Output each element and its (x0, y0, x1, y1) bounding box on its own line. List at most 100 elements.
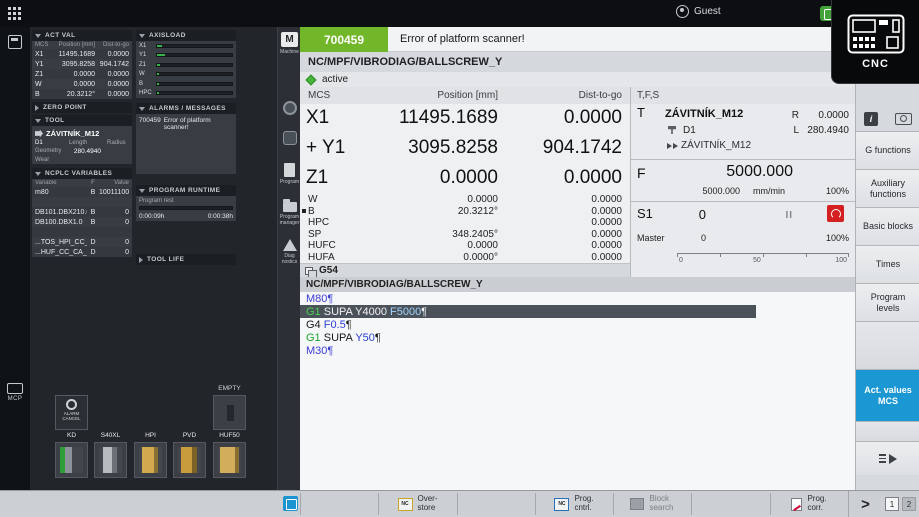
page-1[interactable]: 1 (885, 497, 899, 511)
program-line[interactable]: G1 SUPA Y50¶ (300, 331, 855, 344)
load-bar (156, 44, 233, 48)
info-icon[interactable]: i (864, 112, 878, 126)
scale-0: 0 (679, 257, 683, 264)
axis-row-b: B20.3212°0.0000 (300, 206, 630, 218)
table-row: DB100.DBX1.0B0 (32, 217, 132, 227)
softkey-act-values-mcs[interactable]: Act. values MCS (856, 369, 919, 421)
widget-panel: ACT VAL MCS Position [mm] Dist-to-go X11… (30, 27, 277, 490)
alarm-cancel-button[interactable]: ALARM CANCEL (55, 395, 88, 430)
axisload-header[interactable]: AXISLOAD (136, 30, 236, 41)
act-val-header[interactable]: ACT VAL (32, 30, 132, 41)
spindle-stop-icon (827, 205, 844, 222)
softkey-g-functions[interactable]: G functions (856, 131, 919, 169)
widget-runtime: PROGRAM RUNTIME Program rest 0:00:09h 0:… (136, 185, 236, 221)
softkey-prog-corr[interactable]: Prog.corr. (770, 491, 848, 517)
collapse-icon (35, 172, 41, 176)
runtime-elapsed: 0:00:09h (139, 213, 164, 220)
tool-geometry-length: 280.4940 (69, 148, 107, 155)
table-row (32, 227, 132, 237)
alarms-title: ALARMS / MESSAGES (149, 105, 226, 112)
axis-row-z1: Z10.00000.0000 (300, 164, 630, 194)
ncplc-header[interactable]: NCPLC VARIABLES (32, 168, 132, 179)
tool-slot-huf50[interactable] (213, 442, 246, 478)
softkey-auxiliary-functions[interactable]: Auxiliary functions (856, 169, 919, 207)
page-2[interactable]: 2 (902, 497, 916, 511)
alarm-entry[interactable]: 700459 Error of platform scanner! (136, 114, 236, 134)
softkey-bar-extend[interactable]: > (848, 491, 882, 517)
axisload-title: AXISLOAD (149, 32, 186, 39)
axis-row-y1: + Y13095.8258904.1742 (300, 134, 630, 164)
alarm-code-badge[interactable]: 700459 (300, 27, 388, 52)
softkey-prog-cntrl[interactable]: NC Prog.cntrl. (535, 491, 613, 517)
length-label: L (793, 125, 799, 136)
nav-diagnostics[interactable]: Diag nostics (278, 239, 301, 265)
softkey-block-search[interactable]: Blocksearch (613, 491, 691, 517)
softkey-blank (856, 421, 919, 441)
tool-slot-hpi[interactable] (134, 442, 167, 478)
horizontal-softkey-bar: NC Over-store NC Prog.cntrl. Blocksearch… (0, 490, 919, 517)
tool-life-header[interactable]: TOOL LIFE (136, 254, 236, 265)
softkey-pages: 1 2 (885, 497, 916, 511)
widget-ncplc: NCPLC VARIABLES Variable F Value m80B100… (32, 168, 132, 257)
tfs-panel: T,F,S T ZÁVITNÍK_M12 R 0.0000 D1 L 280.4… (630, 87, 855, 277)
alarm-cancel-label: ALARM CANCEL (56, 411, 87, 422)
camera-icon[interactable] (895, 113, 912, 125)
tool-slot-s40xl[interactable] (94, 442, 127, 478)
tool-slot-kd[interactable] (55, 442, 88, 478)
tool-header[interactable]: TOOL (32, 115, 132, 126)
tool-photo (99, 447, 122, 473)
nav-program-manager[interactable]: Program manager (278, 199, 301, 226)
mcp-button[interactable]: MCP (3, 383, 27, 402)
spindle-set: 0 (671, 233, 706, 243)
widget-tool-life: TOOL LIFE (136, 254, 236, 265)
program-line[interactable]: M30¶ (300, 344, 855, 357)
program-line-current[interactable]: G1 SUPA Y4000 F5000¶ (300, 305, 756, 318)
machine-icon: M (281, 32, 298, 47)
program-line[interactable]: G4 F0.5¶ (300, 318, 855, 331)
softkey-basic-blocks[interactable]: Basic blocks (856, 207, 919, 245)
col-position: Position [mm] (437, 90, 498, 101)
load-bar (156, 91, 233, 95)
edit-document-icon (791, 498, 802, 511)
mcp-icon (7, 383, 23, 394)
nc-icon: NC (554, 498, 569, 511)
nav-mda[interactable] (278, 131, 301, 147)
nav-jog[interactable] (278, 101, 301, 117)
program-path-header: NC/MPF/VIBRODIAG/BALLSCREW_Y (300, 52, 855, 72)
table-row (32, 197, 132, 207)
act-val-colhead: MCS Position [mm] Dist-to-go (32, 41, 132, 49)
table-row: m80B10011100 (32, 187, 132, 197)
next-tool-icon (667, 143, 678, 149)
axisload-row: X1 (136, 41, 236, 51)
empty-tool-slot[interactable] (213, 395, 246, 430)
table-row: X111495.16890.0000 (32, 49, 132, 59)
nav-machine[interactable]: M Machine (278, 32, 301, 55)
cnc-panel-icon (847, 14, 905, 54)
softkey-times[interactable]: Times (856, 245, 919, 283)
widgets-icon[interactable] (8, 35, 22, 49)
softkey-overstore[interactable]: NC Over-store (378, 491, 457, 517)
softkey-program-levels[interactable]: Program levels (856, 283, 919, 321)
col-dist-to-go: Dist-to-go (579, 90, 622, 101)
app-launcher-icon[interactable] (8, 7, 21, 20)
user-menu[interactable]: Guest (676, 5, 721, 18)
scale-50: 50 (753, 257, 761, 264)
mcp-label: MCP (3, 396, 27, 402)
divider (631, 159, 855, 160)
table-row: B20.3212°0.0000 (32, 89, 132, 99)
tool-photo (139, 447, 162, 473)
b-axis-marker (302, 209, 306, 213)
program-line[interactable]: M80¶ (300, 292, 855, 305)
collapse-icon (139, 107, 145, 111)
nc-icon: NC (398, 498, 413, 511)
alarms-header[interactable]: ALARMS / MESSAGES (136, 103, 236, 114)
softkey-menu-extend[interactable] (856, 441, 919, 475)
axisload-row: HPC (136, 89, 236, 99)
empty-slot-label: EMPTY (213, 385, 246, 392)
zero-point-header[interactable]: ZERO POINT (32, 102, 132, 113)
tool-slot-pvd[interactable] (173, 442, 206, 478)
active-status-icon (305, 74, 316, 85)
nav-program[interactable]: Program (278, 163, 301, 185)
runtime-header[interactable]: PROGRAM RUNTIME (136, 185, 236, 196)
channel-icon (283, 496, 298, 511)
